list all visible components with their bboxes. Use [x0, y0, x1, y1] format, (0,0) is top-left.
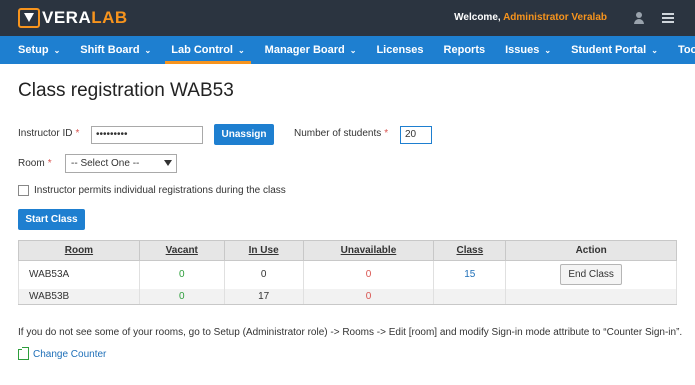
column-header-vacant[interactable]: Vacant — [138, 240, 225, 261]
welcome-text: Welcome, Administrator Veralab — [454, 12, 607, 23]
external-link-icon — [18, 347, 29, 360]
room-label: Room * — [18, 158, 52, 169]
unavailable-cell: 0 — [302, 288, 435, 305]
column-header-class[interactable]: Class — [433, 240, 507, 261]
chevron-down-icon: ⌄ — [651, 45, 658, 55]
nav-setup[interactable]: Setup ⌄ — [8, 36, 70, 64]
in-use-cell: 0 — [223, 260, 304, 289]
nav-lab-control[interactable]: Lab Control ⌄ — [161, 36, 254, 64]
change-counter-label: Change Counter — [33, 349, 107, 360]
nav-shift-board[interactable]: Shift Board ⌄ — [70, 36, 161, 64]
number-of-students-field[interactable]: 20 — [400, 126, 432, 144]
vacant-cell: 0 — [138, 260, 225, 289]
end-class-button[interactable]: End Class — [560, 264, 622, 286]
required-mark: * — [384, 128, 389, 139]
column-header-action: Action — [505, 240, 677, 261]
room-cell: WAB53B — [18, 288, 140, 305]
logo-text-lab: LAB — [91, 8, 128, 27]
column-header-room[interactable]: Room — [18, 240, 140, 261]
start-class-button[interactable]: Start Class — [18, 209, 85, 230]
unavailable-cell: 0 — [302, 260, 435, 289]
column-header-unavailable[interactable]: Unavailable — [302, 240, 435, 261]
logo-icon — [18, 8, 40, 28]
class-cell[interactable]: 15 — [433, 260, 507, 289]
permit-registrations-label: Instructor permits individual registrati… — [34, 185, 286, 196]
nav-licenses[interactable]: Licenses — [366, 36, 433, 64]
required-mark: * — [75, 128, 80, 139]
hamburger-menu-icon[interactable] — [662, 13, 674, 23]
change-counter-link[interactable]: Change Counter — [18, 347, 107, 360]
vacant-cell: 0 — [138, 288, 225, 305]
user-name-link[interactable]: Administrator Veralab — [503, 12, 607, 23]
nav-manager-board[interactable]: Manager Board ⌄ — [255, 36, 367, 64]
column-header-in-use[interactable]: In Use — [223, 240, 304, 261]
nav-reports[interactable]: Reports — [434, 36, 496, 64]
instructor-id-field[interactable]: ••••••••• — [91, 126, 203, 144]
rooms-table: Room Vacant In Use Unavailable Class Act… — [18, 240, 677, 305]
room-cell: WAB53A — [18, 260, 140, 289]
dropdown-arrow-icon — [164, 160, 172, 166]
chevron-down-icon: ⌄ — [349, 45, 357, 55]
welcome-label: Welcome, — [454, 12, 501, 23]
nav-issues[interactable]: Issues ⌄ — [495, 36, 561, 64]
nav-student-portal[interactable]: Student Portal ⌄ — [561, 36, 668, 64]
number-of-students-label: Number of students * — [294, 128, 389, 139]
main-nav: Setup ⌄ Shift Board ⌄ Lab Control ⌄ Manager… — [0, 36, 695, 64]
user-icon[interactable] — [633, 12, 645, 24]
action-cell — [505, 288, 677, 305]
permit-registrations-checkbox[interactable] — [18, 185, 29, 196]
room-select[interactable]: -- Select One -- — [65, 154, 177, 173]
page-title: Class registration WAB53 — [18, 80, 234, 101]
unassign-button[interactable]: Unassign — [214, 124, 274, 145]
class-cell — [433, 288, 507, 305]
instructor-id-label: Instructor ID * — [18, 128, 80, 139]
in-use-cell: 17 — [223, 288, 304, 305]
action-cell: End Class — [505, 260, 677, 289]
top-bar: VERALAB Welcome, Administrator Veralab — [0, 0, 695, 36]
nav-tools[interactable]: Tools⌄ — [668, 36, 695, 64]
chevron-down-icon: ⌄ — [544, 45, 552, 55]
required-mark: * — [47, 158, 52, 169]
chevron-down-icon: ⌄ — [237, 45, 245, 55]
rooms-help-note: If you do not see some of your rooms, go… — [18, 327, 683, 338]
veralab-logo[interactable]: VERALAB — [18, 8, 128, 28]
table-row: WAB53A 0 0 0 15 End Class — [18, 260, 677, 289]
logo-text-vera: VERA — [42, 8, 92, 27]
table-header-row: Room Vacant In Use Unavailable Class Act… — [18, 240, 677, 261]
chevron-down-icon: ⌄ — [53, 45, 61, 55]
chevron-down-icon: ⌄ — [144, 45, 152, 55]
table-row: WAB53B 0 17 0 — [18, 288, 677, 305]
